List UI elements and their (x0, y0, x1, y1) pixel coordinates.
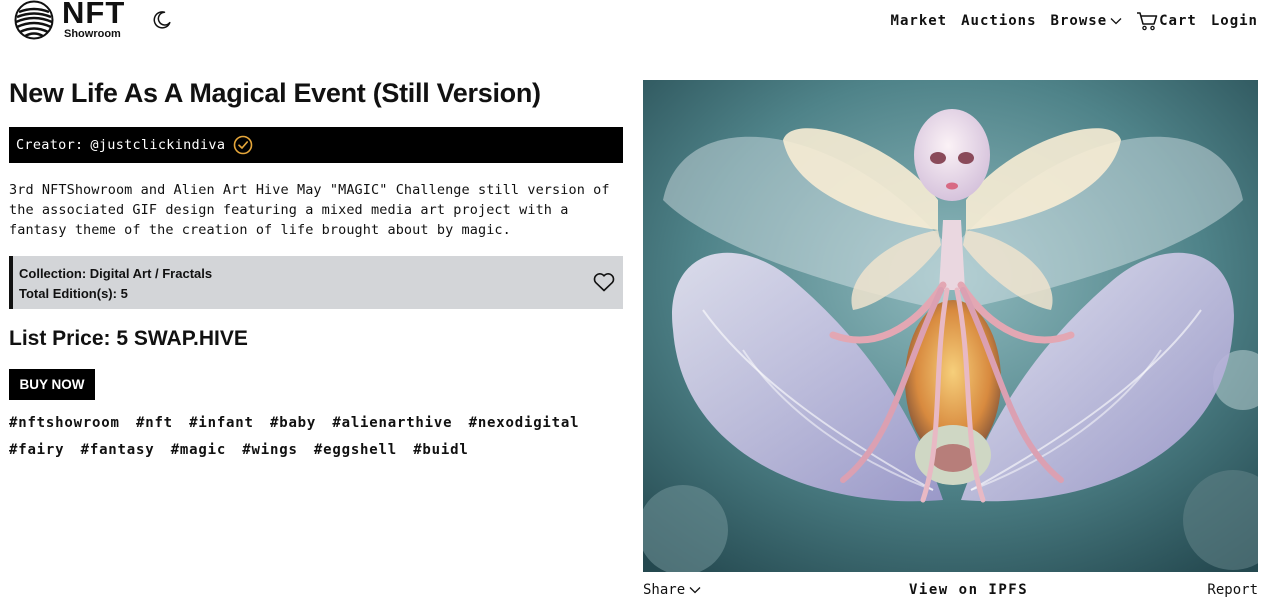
creator-label: Creator: (16, 137, 84, 153)
tag-item[interactable]: #baby (270, 410, 316, 437)
nav-cart-label: Cart (1159, 13, 1197, 29)
site-logo[interactable]: NFT Showroom (14, 0, 134, 42)
main-nav: Market Auctions Browse Cart Login (877, 11, 1258, 31)
tag-item[interactable]: #eggshell (314, 437, 397, 464)
tag-item[interactable]: #buidl (413, 437, 468, 464)
collection-name[interactable]: Collection: Digital Art / Fractals (19, 264, 623, 284)
view-on-ipfs-link[interactable]: View on IPFS (909, 582, 1028, 598)
artwork-footer: Share View on IPFS Report (643, 582, 1258, 602)
tag-item[interactable]: #nexodigital (469, 410, 580, 437)
tag-item[interactable]: #alienarthive (332, 410, 452, 437)
nav-browse[interactable]: Browse (1051, 13, 1123, 29)
tag-item[interactable]: #nft (136, 410, 173, 437)
nft-artwork-image[interactable] (643, 80, 1258, 572)
nav-auctions[interactable]: Auctions (961, 13, 1036, 29)
share-label: Share (643, 582, 686, 598)
logo-subtitle: Showroom (64, 28, 121, 40)
nft-description: 3rd NFTShowroom and Alien Art Hive May "… (9, 182, 610, 238)
tag-item[interactable]: #infant (189, 410, 254, 437)
nav-market[interactable]: Market (891, 13, 948, 29)
verified-check-icon (233, 135, 253, 155)
tag-item[interactable]: #wings (242, 437, 297, 464)
logo-text: NFT Showroom (62, 0, 125, 40)
report-link[interactable]: Report (1207, 582, 1258, 598)
site-header: NFT Showroom Market Auctions Browse Cart… (0, 0, 1280, 42)
nav-cart[interactable]: Cart (1136, 11, 1197, 31)
tag-item[interactable]: #fairy (9, 437, 64, 464)
creator-link[interactable]: @justclickindiva (90, 137, 225, 153)
tag-item[interactable]: #magic (171, 437, 226, 464)
chevron-down-icon (689, 587, 701, 594)
share-button[interactable]: Share (643, 582, 701, 598)
list-price: List Price: 5 SWAP.HIVE (9, 327, 248, 350)
nft-title: New Life As A Magical Event (Still Versi… (9, 78, 541, 108)
layered-sphere-logo-icon (14, 0, 54, 40)
nav-browse-label: Browse (1050, 13, 1108, 29)
moon-icon[interactable] (152, 10, 172, 30)
nav-login[interactable]: Login (1211, 13, 1258, 29)
creator-bar: Creator: @justclickindiva (9, 127, 623, 163)
collection-info: Collection: Digital Art / Fractals Total… (9, 256, 623, 309)
chevron-down-icon (1110, 18, 1122, 25)
heart-icon[interactable] (593, 272, 615, 292)
tag-item[interactable]: #fantasy (81, 437, 155, 464)
tag-list: #nftshowroom #nft #infant #baby #alienar… (9, 410, 629, 464)
tag-item[interactable]: #nftshowroom (9, 410, 120, 437)
logo-title: NFT (62, 0, 126, 30)
cart-icon (1137, 12, 1158, 31)
artwork-illustration (643, 80, 1258, 572)
total-editions: Total Edition(s): 5 (19, 286, 128, 301)
buy-now-button[interactable]: BUY NOW (9, 369, 95, 400)
